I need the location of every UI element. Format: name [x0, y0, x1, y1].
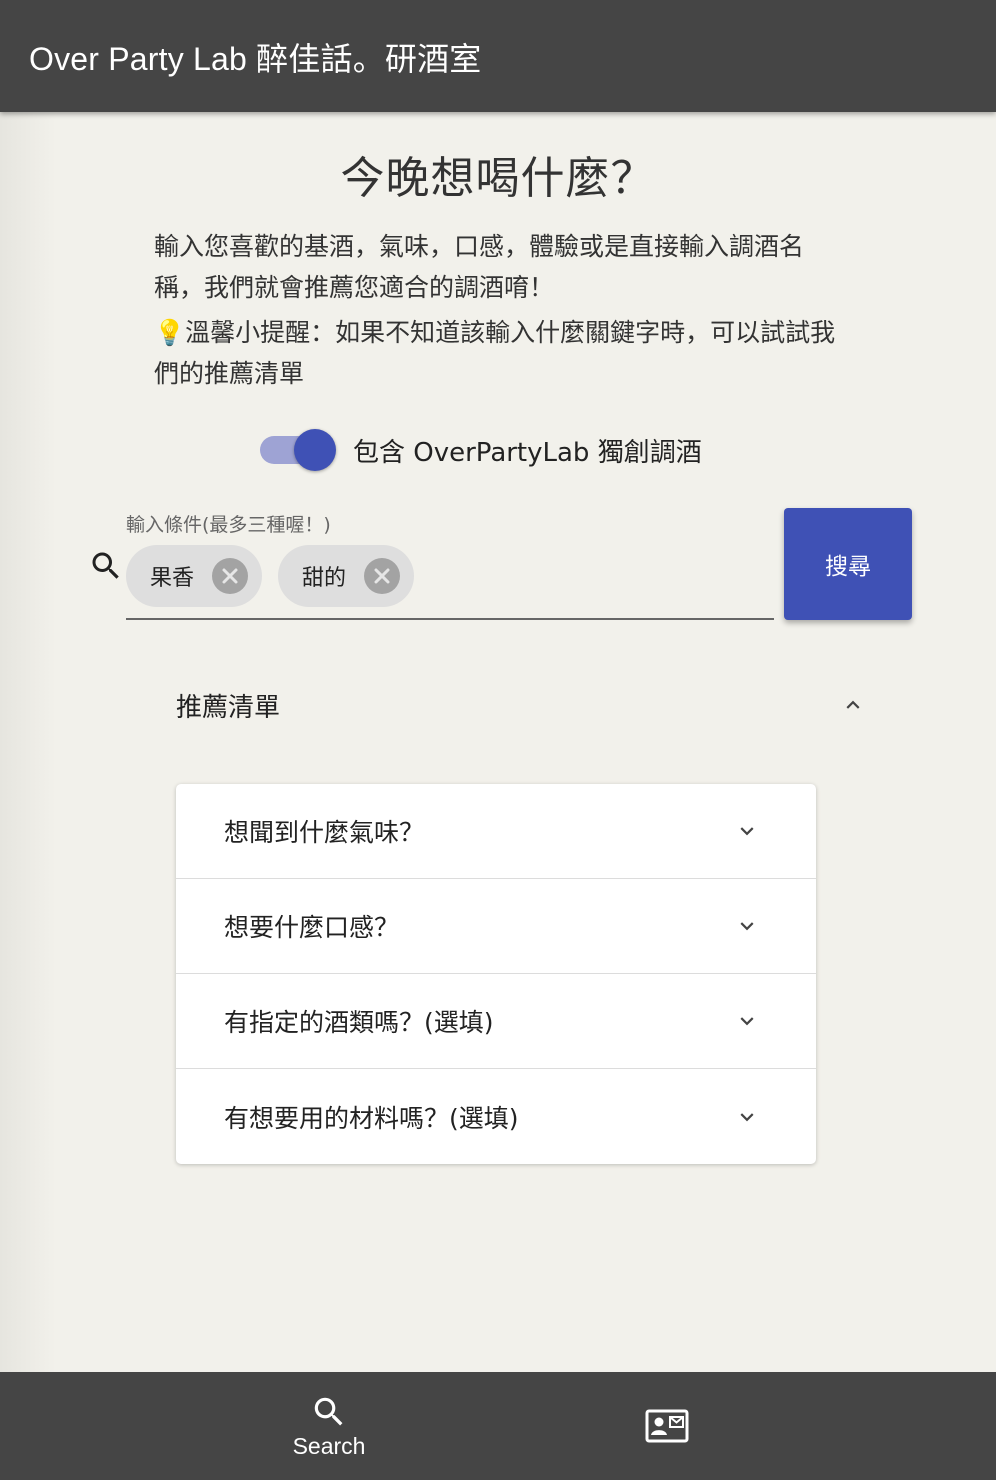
accordion-item-liquor-type[interactable]: 有指定的酒類嗎？(選填): [176, 974, 816, 1069]
original-cocktail-toggle-row: 包含 OverPartyLab 獨創調酒: [258, 428, 702, 472]
recommendation-list-header[interactable]: 推薦清單: [176, 680, 876, 730]
nav-item-search[interactable]: Search: [254, 1372, 404, 1480]
nav-item-profile[interactable]: [592, 1372, 742, 1480]
accordion-item-label: 有指定的酒類嗎？(選填): [224, 1008, 494, 1037]
app-title: Over Party Lab 醉佳話。研酒室: [29, 41, 482, 77]
chip-remove-icon[interactable]: [212, 558, 248, 594]
contact-card-icon: [645, 1409, 689, 1443]
switch-thumb[interactable]: [294, 429, 336, 471]
toggle-label: 包含 OverPartyLab 獨創調酒: [353, 437, 702, 468]
accordion-item-label: 有想要用的材料嗎？(選填): [224, 1103, 519, 1133]
recommendation-list-title: 推薦清單: [176, 692, 281, 723]
search-input-underline[interactable]: [126, 618, 774, 620]
search-icon: [92, 552, 119, 579]
accordion-item-ingredients[interactable]: 有想要用的材料嗎？(選填): [176, 1069, 816, 1164]
app-bar: Over Party Lab 醉佳話。研酒室: [0, 0, 996, 112]
tip-text: 💡溫馨小提醒：如果不知道該輸入什麼關鍵字時，可以試試我們的推薦清單: [154, 312, 844, 394]
accordion-item-texture[interactable]: 想要什麼口感？: [176, 879, 816, 974]
search-button[interactable]: 搜尋: [784, 508, 912, 620]
chip-label: 甜的: [302, 566, 347, 591]
accordion-item-aroma[interactable]: 想聞到什麼氣味？: [176, 784, 816, 879]
lightbulb-icon: 💡: [154, 318, 186, 347]
tip-content: 溫馨小提醒：如果不知道該輸入什麼關鍵字時，可以試試我們的推薦清單: [154, 318, 836, 388]
nav-label: Search: [292, 1432, 366, 1459]
chevron-down-icon[interactable]: [734, 1008, 760, 1034]
search-field-label: 輸入條件(最多三種喔！): [126, 514, 331, 536]
accordion-item-label: 想聞到什麼氣味？: [224, 818, 425, 847]
chevron-up-icon[interactable]: [840, 692, 866, 718]
chip-label: 果香: [150, 566, 195, 591]
background-shade: [0, 112, 56, 1372]
chevron-down-icon[interactable]: [734, 913, 760, 939]
page-title: 今晚想喝什麼？: [340, 153, 656, 204]
recommendation-accordion: 想聞到什麼氣味？ 想要什麼口感？ 有指定的酒類嗎？(選填) 有想要用的材料嗎？(…: [176, 784, 816, 1164]
close-icon: [374, 568, 390, 584]
search-icon: [314, 1397, 343, 1425]
accordion-item-label: 想要什麼口感？: [224, 913, 400, 942]
chip-fruity[interactable]: 果香: [126, 545, 262, 607]
chevron-down-icon[interactable]: [734, 1104, 760, 1130]
close-icon: [222, 568, 238, 584]
chevron-down-icon[interactable]: [734, 818, 760, 844]
chip-remove-icon[interactable]: [364, 558, 400, 594]
original-cocktail-switch[interactable]: [258, 428, 338, 472]
description-text: 輸入您喜歡的基酒，氣味，口感，體驗或是直接輸入調酒名稱，我們就會推薦您適合的調酒…: [154, 232, 805, 302]
chip-sweet[interactable]: 甜的: [278, 545, 414, 607]
bottom-navigation: Search: [0, 1372, 996, 1480]
